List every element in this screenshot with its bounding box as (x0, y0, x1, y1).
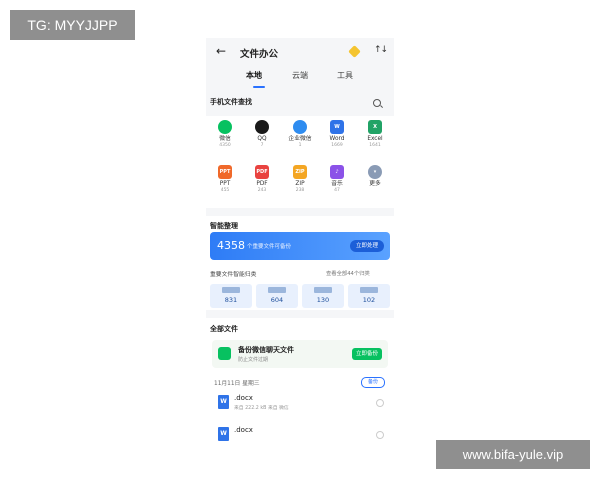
app-count: 1 (298, 143, 302, 148)
app-3[interactable]: W Word 1669 (318, 120, 356, 148)
app-8[interactable]: ♪ 音乐 47 (318, 165, 356, 193)
app-name: 企业微信 (288, 136, 312, 142)
app-5[interactable]: PPT PPT 455 (206, 165, 244, 193)
backup-banner[interactable]: 4358 个重要文件可备份 立即处理 (210, 232, 390, 260)
page-title: 文件办公 (240, 49, 279, 60)
category-card[interactable]: 831 (210, 284, 252, 308)
app-count: 47 (334, 188, 340, 193)
file-meta: 来自 222.2 kB 来自 微信 (234, 406, 289, 411)
banner-desc: 个重要文件可备份 (247, 244, 292, 250)
category-list: 831 604 130 102 (210, 284, 390, 308)
wechat-backup-card[interactable]: 备份微信聊天文件 防止文件过期 立即备份 (212, 340, 388, 368)
more-icon: ▾ (368, 165, 382, 179)
category-thumb-icon (360, 287, 378, 293)
watermark-top-left: TG: MYYJJPP (10, 10, 135, 40)
wechat-icon (218, 347, 231, 360)
category-count: 604 (270, 296, 284, 304)
tab-underline (253, 86, 265, 88)
app-0[interactable]: 微信 4350 (206, 120, 244, 148)
banner-count: 4358 (217, 239, 245, 252)
app-grid: 微信 4350 QQ 7 企业微信 1 W Word 1669 X Excel 1641 PPT PPT 4… (206, 116, 394, 208)
wechat-icon (218, 120, 232, 134)
app-name: Word (329, 136, 345, 142)
music-icon: ♪ (330, 165, 344, 179)
app-6[interactable]: PDF PDF 243 (243, 165, 281, 193)
category-count: 130 (316, 296, 330, 304)
category-count: 831 (224, 296, 238, 304)
backup-title: 备份微信聊天文件 (238, 346, 294, 354)
process-now-button[interactable]: 立即处理 (350, 240, 384, 252)
tab-cloud[interactable]: 云端 (292, 70, 308, 81)
app-name: Excel (367, 136, 383, 142)
app-name: 音乐 (331, 181, 343, 187)
select-radio[interactable] (376, 399, 384, 407)
wecom-icon (293, 120, 307, 134)
smart-organize-panel: 智能整理 4358 个重要文件可备份 立即处理 重要文件智能归类 查看全部44个… (206, 216, 394, 310)
view-all-categories-link[interactable]: 查看全部44个归类 (326, 269, 370, 277)
category-thumb-icon (268, 287, 286, 293)
category-count: 102 (362, 296, 376, 304)
phone-search-title: 手机文件查找 (210, 98, 252, 106)
word-file-icon: W (218, 395, 229, 409)
category-title: 重要文件智能归类 (210, 272, 257, 278)
backup-subtitle: 防止文件过期 (238, 357, 269, 363)
header: ← 文件办公 ↑↓ 本地 云端 工具 手机文件查找 (206, 38, 394, 128)
app-name: 微信 (219, 136, 231, 142)
sort-icon[interactable]: ↑↓ (374, 45, 388, 55)
app-count: 1641 (369, 143, 381, 148)
date-header: 11月11日 星期三 (214, 381, 260, 387)
pdf-icon: PDF (255, 165, 269, 179)
diamond-icon[interactable] (348, 45, 361, 58)
smart-title: 智能整理 (210, 222, 238, 230)
file-row[interactable]: W .docx (214, 424, 384, 442)
app-name: QQ (257, 136, 267, 142)
select-radio[interactable] (376, 431, 384, 439)
app-count: 4350 (219, 143, 231, 148)
category-card[interactable]: 604 (256, 284, 298, 308)
app-7[interactable]: ZIP ZIP 238 (281, 165, 319, 193)
app-count: 238 (295, 188, 305, 193)
tab-local[interactable]: 本地 (246, 70, 262, 81)
tab-bar: 本地 云端 工具 (206, 70, 394, 90)
category-thumb-icon (222, 287, 240, 293)
app-name: ZIP (295, 181, 305, 187)
app-name: 更多 (369, 181, 381, 187)
ppt-icon: PPT (218, 165, 232, 179)
backup-badge[interactable]: 备份 (361, 377, 385, 388)
file-name: .docx (234, 426, 253, 434)
app-9[interactable]: ▾ 更多 (356, 165, 394, 188)
app-name: PDF (256, 181, 268, 187)
file-row[interactable]: W .docx 来自 222.2 kB 来自 微信 (214, 392, 384, 416)
arrow-left-icon[interactable]: ← (216, 44, 226, 58)
app-count: 1669 (331, 143, 343, 148)
app-4[interactable]: X Excel 1641 (356, 120, 394, 148)
category-card[interactable]: 102 (348, 284, 390, 308)
phone-screen: ← 文件办公 ↑↓ 本地 云端 工具 手机文件查找 微信 4350 QQ 7 企业微信 1… (206, 38, 394, 442)
all-files-title: 全部文件 (210, 325, 238, 333)
watermark-bottom-right: www.bifa-yule.vip (436, 440, 590, 469)
app-1[interactable]: QQ 7 (243, 120, 281, 148)
word-file-icon: W (218, 427, 229, 441)
tab-tools[interactable]: 工具 (337, 70, 353, 81)
all-files-panel: 全部文件 备份微信聊天文件 防止文件过期 立即备份 11月11日 星期三 备份 … (206, 318, 394, 442)
word-icon: W (330, 120, 344, 134)
excel-icon: X (368, 120, 382, 134)
category-thumb-icon (314, 287, 332, 293)
app-name: PPT (219, 181, 231, 187)
qq-icon (255, 120, 269, 134)
app-2[interactable]: 企业微信 1 (281, 120, 319, 148)
search-icon[interactable] (373, 99, 381, 107)
app-count: 455 (220, 188, 230, 193)
backup-now-button[interactable]: 立即备份 (352, 348, 382, 360)
app-count: 7 (260, 143, 264, 148)
category-card[interactable]: 130 (302, 284, 344, 308)
zip-icon: ZIP (293, 165, 307, 179)
file-name: .docx (234, 394, 253, 402)
app-count: 243 (257, 188, 267, 193)
